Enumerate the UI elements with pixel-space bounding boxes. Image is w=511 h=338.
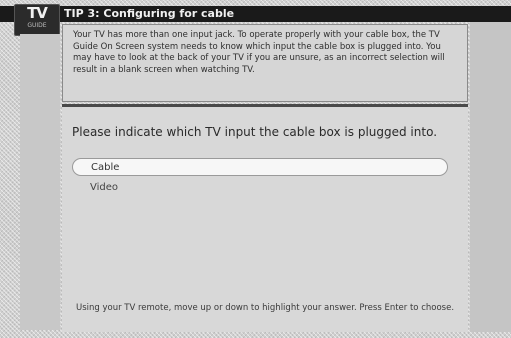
tv-guide-logo: TV GUIDE [14, 4, 60, 36]
option-cable[interactable]: Cable [72, 158, 448, 176]
selection-panel: Please indicate which TV input the cable… [62, 104, 468, 332]
instructions-text: Using your TV remote, move up or down to… [75, 303, 455, 313]
logo-subtext: GUIDE [27, 22, 47, 29]
right-margin-panel [470, 22, 511, 332]
option-video[interactable]: Video [72, 179, 448, 197]
page-title: TIP 3: Configuring for cable [64, 7, 235, 20]
tv-guide-screen: TV GUIDE TIP 3: Configuring for cable Yo… [0, 0, 511, 338]
info-text-box: Your TV has more than one input jack. To… [62, 24, 468, 102]
question-text: Please indicate which TV input the cable… [72, 125, 438, 139]
logo-text: TV [27, 4, 48, 22]
option-video-label: Video [90, 182, 119, 193]
left-margin-panel [20, 34, 60, 330]
option-cable-label: Cable [91, 162, 120, 173]
